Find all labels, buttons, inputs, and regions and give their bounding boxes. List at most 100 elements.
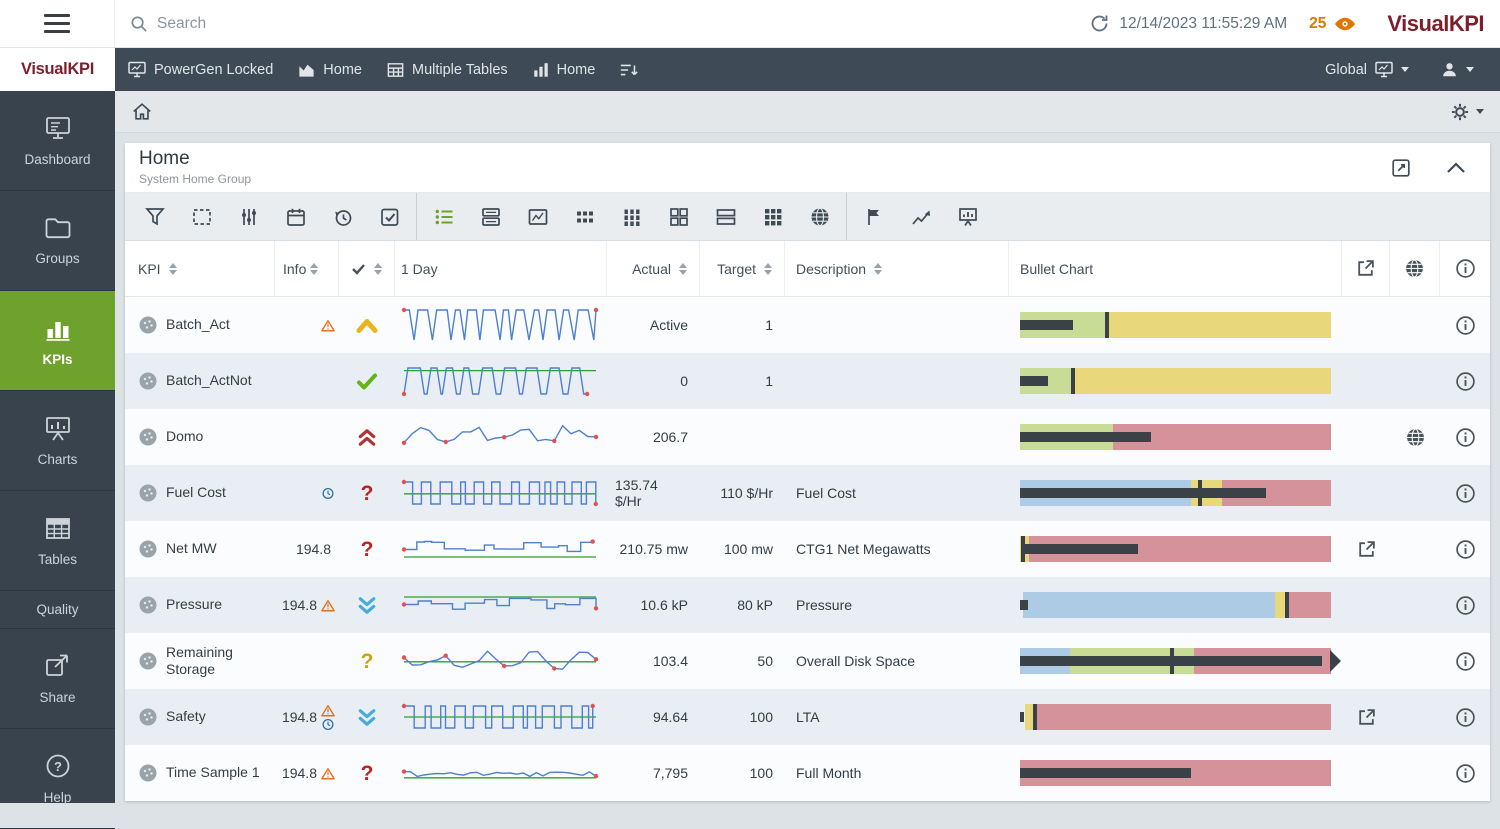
view-rows-wide-button[interactable] bbox=[702, 193, 749, 240]
sidebar-nav: Dashboard Groups KPIs Charts Tables Qual… bbox=[0, 91, 115, 803]
sparkline-cell[interactable] bbox=[395, 297, 607, 353]
row-details-button[interactable] bbox=[1440, 633, 1490, 689]
sparkline-cell[interactable] bbox=[395, 409, 607, 465]
kpi-name-cell[interactable]: Remaining Storage bbox=[125, 633, 275, 689]
map-cell[interactable] bbox=[1390, 409, 1440, 465]
table-row[interactable]: Net MW194.8?210.75 mw100 mwCTG1 Net Mega… bbox=[125, 521, 1490, 577]
sidebar-item-tables[interactable]: Tables bbox=[0, 491, 115, 591]
header-status[interactable] bbox=[339, 241, 395, 296]
trend-view-button[interactable] bbox=[897, 193, 944, 240]
row-details-button[interactable] bbox=[1440, 521, 1490, 577]
table-row[interactable]: Fuel Cost?135.74 $/Hr110 $/HrFuel Cost bbox=[125, 465, 1490, 521]
table-row[interactable]: Domo206.7 bbox=[125, 409, 1490, 465]
scope-selector[interactable]: Global bbox=[1313, 60, 1421, 79]
header-info[interactable]: Info bbox=[275, 241, 339, 296]
presentation-button[interactable] bbox=[944, 193, 991, 240]
collapse-panel-button[interactable] bbox=[1446, 162, 1466, 174]
kpi-name-cell[interactable]: Time Sample 1 bbox=[125, 745, 275, 801]
view-tiles-small-button[interactable] bbox=[561, 193, 608, 240]
sparkline-chart bbox=[401, 753, 599, 793]
home-icon[interactable] bbox=[131, 101, 153, 122]
sparkline-cell[interactable] bbox=[395, 465, 607, 521]
table-row[interactable]: Safety194.894.64100LTA bbox=[125, 689, 1490, 745]
table-row[interactable]: Remaining Storage?103.450Overall Disk Sp… bbox=[125, 633, 1490, 689]
sidebar-item-groups[interactable]: Groups bbox=[0, 191, 115, 291]
status-flag-button[interactable] bbox=[850, 193, 897, 240]
kpi-name: Batch_ActNot bbox=[166, 372, 252, 390]
threshold-slider-button[interactable] bbox=[225, 193, 272, 240]
kpi-name-cell[interactable]: Domo bbox=[125, 409, 275, 465]
row-details-button[interactable] bbox=[1440, 689, 1490, 745]
tab-home-bars[interactable]: Home bbox=[520, 48, 608, 91]
info-icon bbox=[1455, 595, 1476, 616]
sparkline-cell[interactable] bbox=[395, 353, 607, 409]
header-map[interactable] bbox=[1390, 241, 1440, 296]
table-row[interactable]: Batch_ActActive1 bbox=[125, 297, 1490, 353]
view-chart-button[interactable] bbox=[514, 193, 561, 240]
select-items-button[interactable] bbox=[366, 193, 413, 240]
hamburger-menu-button[interactable] bbox=[0, 0, 115, 47]
sidebar-item-share[interactable]: Share bbox=[0, 629, 115, 729]
row-details-button[interactable] bbox=[1440, 577, 1490, 633]
view-map-button[interactable] bbox=[796, 193, 843, 240]
eye-icon[interactable] bbox=[1333, 16, 1357, 32]
sparkline-cell[interactable] bbox=[395, 745, 607, 801]
calendar-button[interactable] bbox=[272, 193, 319, 240]
sparkline-cell[interactable] bbox=[395, 633, 607, 689]
table-row[interactable]: Time Sample 1194.8?7,795100Full Month bbox=[125, 745, 1490, 801]
sparkline-cell[interactable] bbox=[395, 689, 607, 745]
view-grid-2x2-button[interactable] bbox=[655, 193, 702, 240]
table-row[interactable]: Batch_ActNot01 bbox=[125, 353, 1490, 409]
history-button[interactable] bbox=[319, 193, 366, 240]
row-details-button[interactable] bbox=[1440, 297, 1490, 353]
kpi-name-cell[interactable]: Batch_ActNot bbox=[125, 353, 275, 409]
external-link-cell[interactable] bbox=[1342, 521, 1390, 577]
sparkline-chart bbox=[401, 305, 599, 345]
kpi-name-cell[interactable]: Pressure bbox=[125, 577, 275, 633]
user-menu[interactable] bbox=[1428, 60, 1486, 79]
sidebar-item-charts[interactable]: Charts bbox=[0, 391, 115, 491]
tab-home-chart[interactable]: Home bbox=[285, 48, 374, 91]
header-details[interactable] bbox=[1440, 241, 1490, 296]
tab-powergen-locked[interactable]: PowerGen Locked bbox=[115, 48, 285, 91]
kpi-name-cell[interactable]: Fuel Cost bbox=[125, 465, 275, 521]
sidebar-item-help[interactable]: ? Help bbox=[0, 729, 115, 829]
table-row[interactable]: Pressure194.810.6 kP80 kPPressure bbox=[125, 577, 1490, 633]
tab-multiple-tables[interactable]: Multiple Tables bbox=[374, 48, 520, 91]
marquee-select-button[interactable] bbox=[178, 193, 225, 240]
sparkline-cell[interactable] bbox=[395, 521, 607, 577]
external-link-cell[interactable] bbox=[1342, 689, 1390, 745]
sort-icon bbox=[310, 263, 318, 275]
alert-count[interactable]: 25 bbox=[1309, 15, 1326, 33]
header-external-link[interactable] bbox=[1342, 241, 1390, 296]
expand-panel-button[interactable] bbox=[1390, 157, 1412, 179]
sparkline-cell[interactable] bbox=[395, 577, 607, 633]
kpi-name-cell[interactable]: Net MW bbox=[125, 521, 275, 577]
header-1day[interactable]: 1 Day bbox=[395, 241, 607, 296]
actual-value: 0 bbox=[607, 353, 700, 409]
bullet-measure-bar bbox=[1020, 712, 1024, 722]
view-list-button[interactable] bbox=[420, 193, 467, 240]
header-kpi[interactable]: KPI bbox=[125, 241, 275, 296]
header-target[interactable]: Target bbox=[700, 241, 785, 296]
sidebar-item-kpis[interactable]: KPIs bbox=[0, 291, 115, 391]
sidebar-item-quality[interactable]: Quality bbox=[0, 591, 115, 629]
refresh-icon[interactable] bbox=[1089, 13, 1110, 34]
kpi-name-cell[interactable]: Batch_Act bbox=[125, 297, 275, 353]
filter-button[interactable] bbox=[131, 193, 178, 240]
target-value: 80 kP bbox=[700, 577, 785, 633]
page-settings-menu[interactable] bbox=[1449, 101, 1484, 123]
row-details-button[interactable] bbox=[1440, 745, 1490, 801]
row-details-button[interactable] bbox=[1440, 409, 1490, 465]
kpi-name-cell[interactable]: Safety bbox=[125, 689, 275, 745]
row-details-button[interactable] bbox=[1440, 465, 1490, 521]
header-actual[interactable]: Actual bbox=[607, 241, 700, 296]
search-input[interactable] bbox=[157, 15, 577, 33]
view-bars-button[interactable] bbox=[608, 193, 655, 240]
sidebar-item-dashboard[interactable]: Dashboard bbox=[0, 91, 115, 191]
view-grid-3x3-button[interactable] bbox=[749, 193, 796, 240]
row-details-button[interactable] bbox=[1440, 353, 1490, 409]
tab-sort-button[interactable] bbox=[607, 48, 651, 91]
view-rows-button[interactable] bbox=[467, 193, 514, 240]
header-description[interactable]: Description bbox=[785, 241, 1009, 296]
